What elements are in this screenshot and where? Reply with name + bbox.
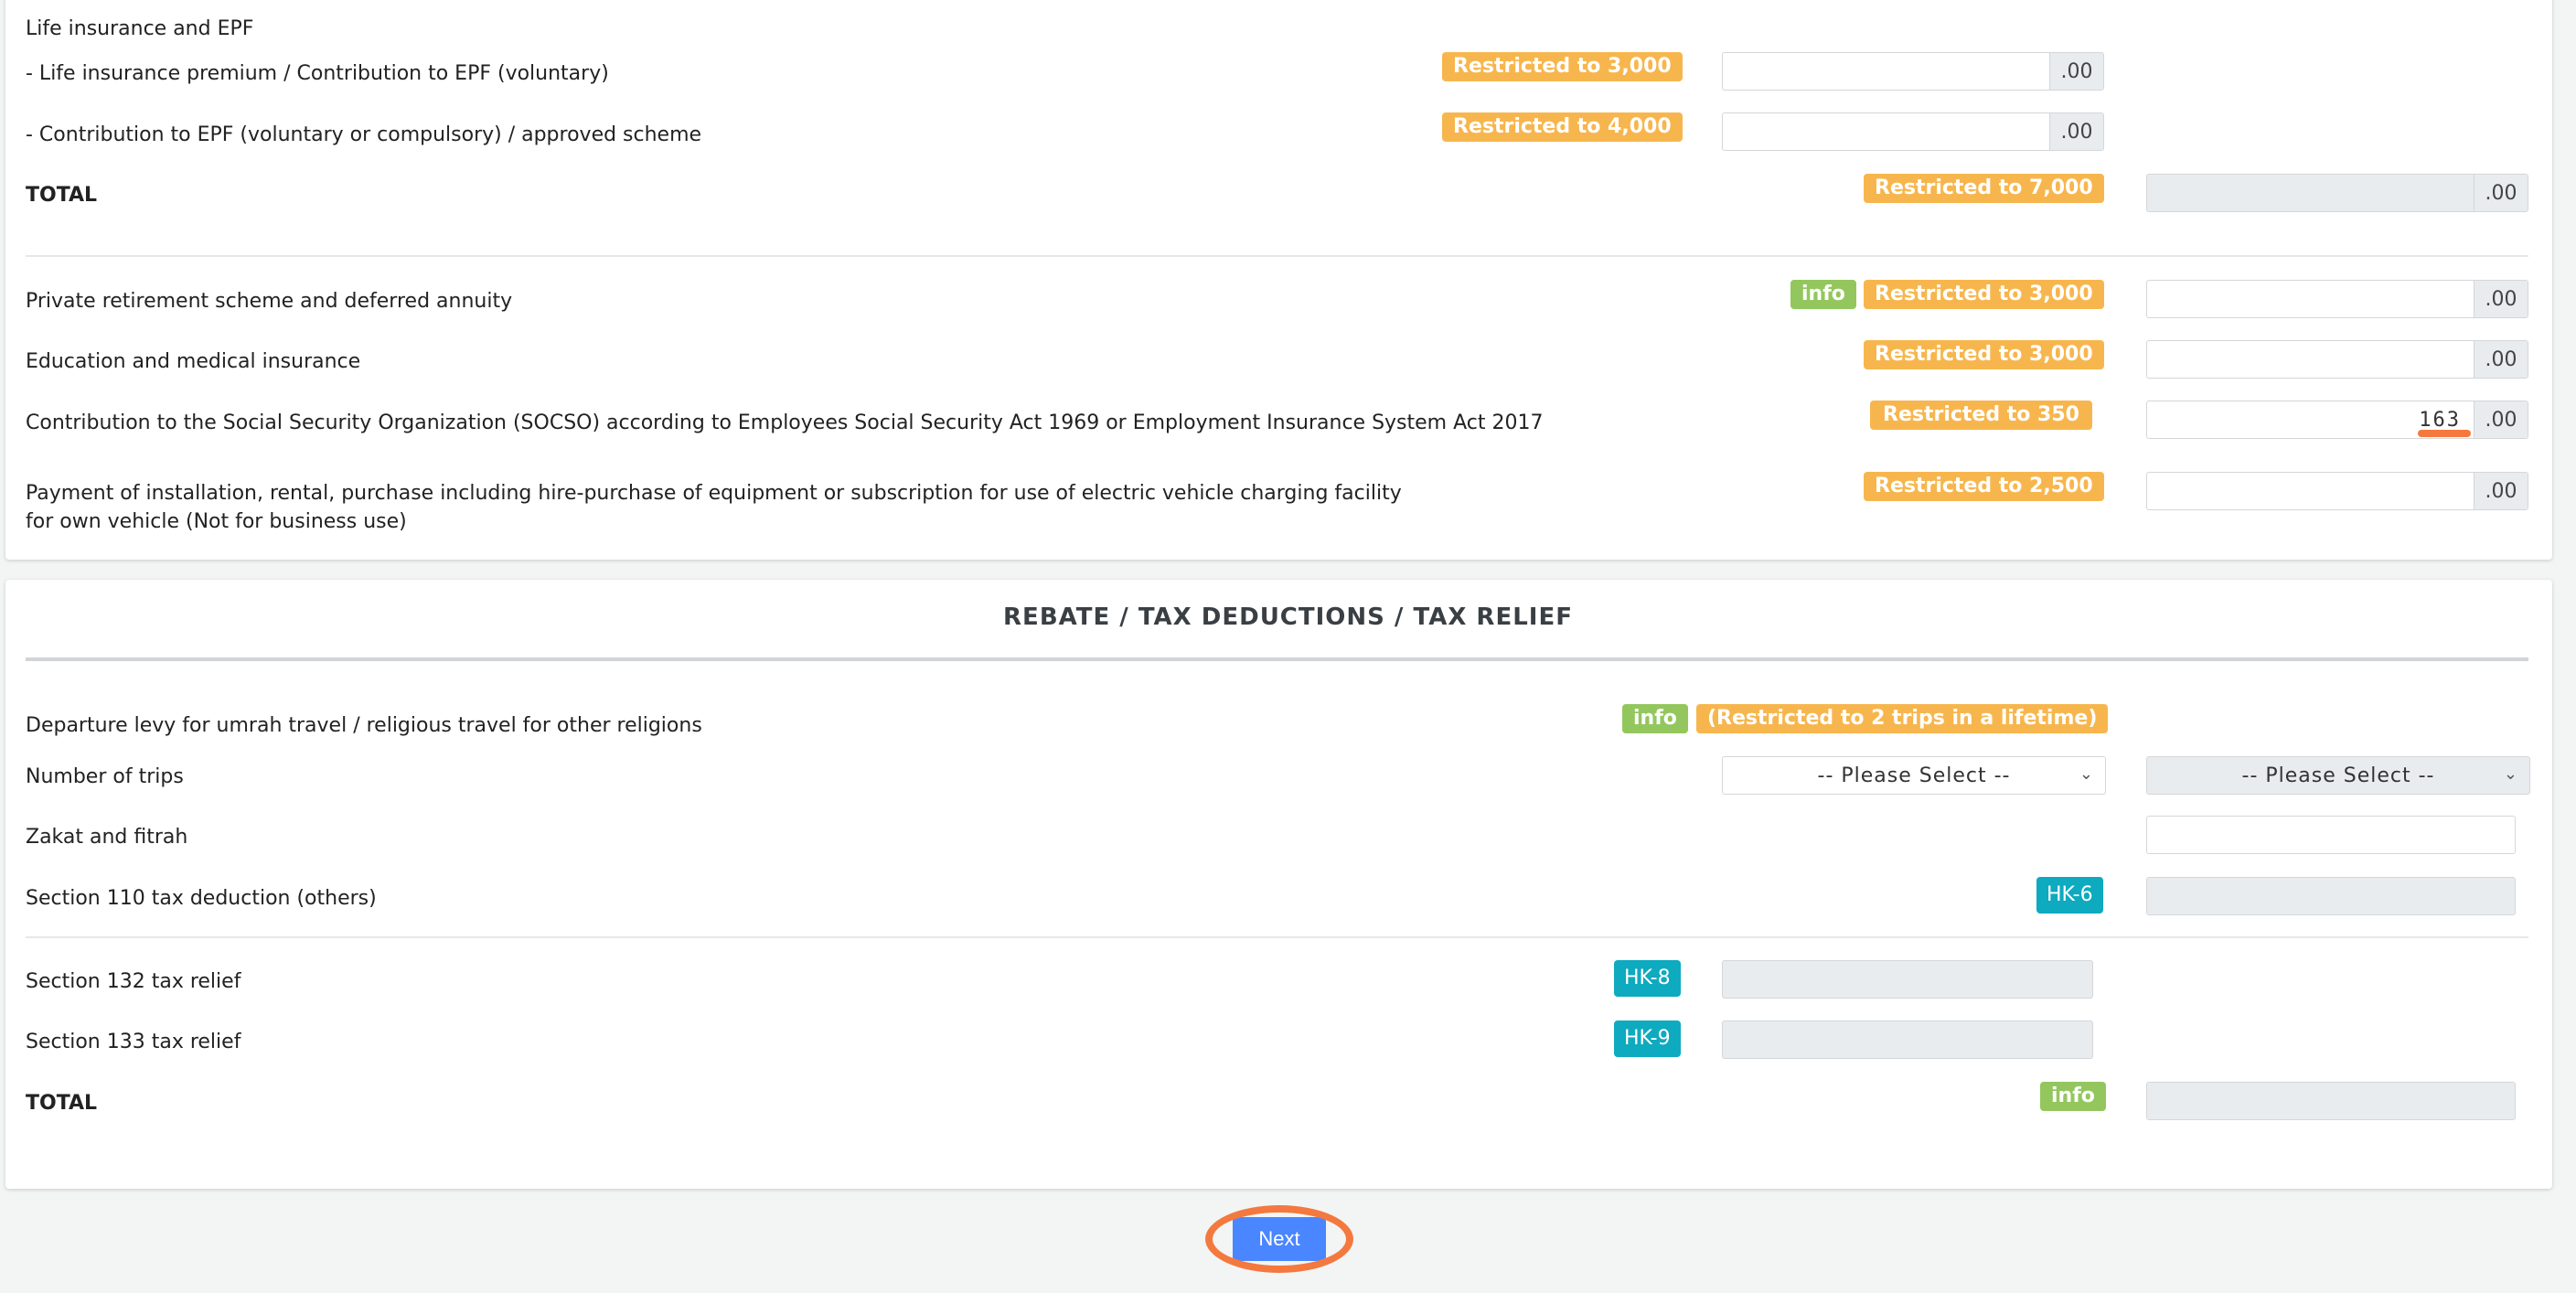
life-insurance-premium-label: - Life insurance premium / Contribution … (26, 62, 609, 85)
restricted-badge: Restricted to 350 (1870, 401, 2092, 430)
section132-field (1722, 960, 2093, 999)
departure-levy-label: Departure levy for umrah travel / religi… (26, 714, 702, 737)
socso-field[interactable]: .00 (2146, 401, 2528, 439)
ev-charging-input[interactable] (2147, 473, 2474, 509)
restricted-badge: Restricted to 7,000 (1864, 174, 2104, 203)
life-insurance-premium-input[interactable] (1723, 53, 2049, 90)
section110-label: Section 110 tax deduction (others) (26, 887, 377, 910)
life-insurance-premium-field[interactable]: .00 (1722, 52, 2104, 91)
divider (26, 255, 2528, 257)
private-retirement-label: Private retirement scheme and deferred a… (26, 290, 513, 313)
education-medical-input[interactable] (2147, 341, 2474, 378)
life-total-input (2147, 175, 2474, 211)
highlight-ring (1205, 1205, 1353, 1273)
section-divider (26, 657, 2528, 661)
rebate-total-label: TOTAL (26, 1092, 98, 1115)
decimal-suffix: .00 (2474, 281, 2528, 317)
decimal-suffix: .00 (2474, 401, 2528, 438)
restricted-badge: (Restricted to 2 trips in a lifetime) (1696, 704, 2109, 733)
highlight-underline (2418, 430, 2471, 437)
private-retirement-input[interactable] (2147, 281, 2474, 317)
epf-contribution-field[interactable]: .00 (1722, 112, 2104, 151)
chevron-down-icon: ⌄ (2503, 764, 2518, 784)
info-badge[interactable]: info (1790, 280, 1856, 309)
restricted-badge: Restricted to 3,000 (1864, 280, 2104, 309)
restricted-badge: Restricted to 3,000 (1442, 52, 1683, 81)
decimal-suffix: .00 (2049, 113, 2103, 150)
decimal-suffix: .00 (2474, 473, 2528, 509)
trips-select-secondary-value: -- Please Select -- (2241, 764, 2435, 787)
ev-charging-label-line1: Payment of installation, rental, purchas… (26, 482, 1402, 505)
rebate-total-field (2146, 1082, 2516, 1120)
life-total-field: .00 (2146, 174, 2528, 212)
epf-contribution-label: - Contribution to EPF (voluntary or comp… (26, 123, 702, 146)
hk8-badge[interactable]: HK-8 (1614, 960, 1681, 997)
restricted-badge: Restricted to 4,000 (1442, 112, 1683, 142)
restricted-badge: Restricted to 2,500 (1864, 472, 2104, 501)
socso-label: Contribution to the Social Security Orga… (26, 411, 1544, 434)
hk6-badge[interactable]: HK-6 (2036, 877, 2103, 914)
restricted-badge: Restricted to 3,000 (1864, 340, 2104, 369)
section133-label: Section 133 tax relief (26, 1031, 241, 1053)
private-retirement-field[interactable]: .00 (2146, 280, 2528, 318)
trips-select-value: -- Please Select -- (1817, 764, 2011, 787)
trips-select[interactable]: -- Please Select -- ⌄ (1722, 756, 2106, 795)
info-badge[interactable]: info (2040, 1082, 2106, 1111)
life-total-label: TOTAL (26, 184, 98, 207)
zakat-label: Zakat and fitrah (26, 826, 188, 849)
decimal-suffix: .00 (2049, 53, 2103, 90)
education-medical-field[interactable]: .00 (2146, 340, 2528, 379)
ev-charging-field[interactable]: .00 (2146, 472, 2528, 510)
trips-label: Number of trips (26, 765, 184, 788)
epf-contribution-input[interactable] (1723, 113, 2049, 150)
decimal-suffix: .00 (2474, 175, 2528, 211)
section110-field (2146, 877, 2516, 915)
zakat-input[interactable] (2146, 816, 2516, 854)
section-title: REBATE / TAX DEDUCTIONS / TAX RELIEF (1003, 604, 1573, 631)
life-insurance-heading: Life insurance and EPF (26, 17, 254, 40)
chevron-down-icon: ⌄ (2079, 764, 2094, 784)
divider (26, 936, 2528, 938)
ev-charging-label-line2: for own vehicle (Not for business use) (26, 510, 407, 533)
trips-select-secondary[interactable]: -- Please Select -- ⌄ (2146, 756, 2530, 795)
section133-field (1722, 1021, 2093, 1059)
hk9-badge[interactable]: HK-9 (1614, 1021, 1681, 1057)
education-medical-label: Education and medical insurance (26, 350, 361, 373)
decimal-suffix: .00 (2474, 341, 2528, 378)
section132-label: Section 132 tax relief (26, 970, 241, 993)
info-badge[interactable]: info (1622, 704, 1688, 733)
